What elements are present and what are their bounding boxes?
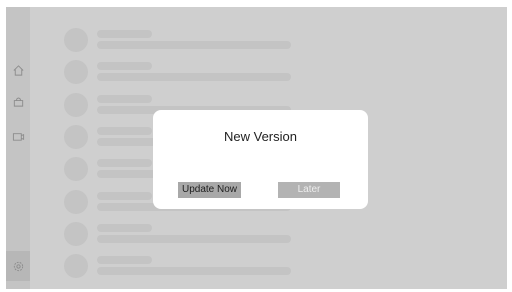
title-placeholder <box>97 95 152 103</box>
title-placeholder <box>97 256 152 264</box>
avatar-placeholder <box>64 222 88 246</box>
avatar-placeholder <box>64 254 88 278</box>
subtitle-placeholder <box>97 267 291 275</box>
avatar-placeholder <box>64 28 88 52</box>
dialog-title: New Version <box>224 129 297 144</box>
avatar-placeholder <box>64 93 88 117</box>
title-placeholder <box>97 127 152 135</box>
list-item[interactable] <box>6 60 507 92</box>
title-placeholder <box>97 224 152 232</box>
avatar-placeholder <box>64 157 88 181</box>
title-placeholder <box>97 159 152 167</box>
app-window: New Version Update Now Later <box>6 7 507 289</box>
update-now-button[interactable]: Update Now <box>178 182 241 198</box>
later-button[interactable]: Later <box>278 182 340 198</box>
title-placeholder <box>97 192 152 200</box>
list-item[interactable] <box>6 254 507 286</box>
update-dialog: New Version Update Now Later <box>153 110 368 209</box>
avatar-placeholder <box>64 125 88 149</box>
title-placeholder <box>97 62 152 70</box>
list-item[interactable] <box>6 28 507 60</box>
avatar-placeholder <box>64 60 88 84</box>
subtitle-placeholder <box>97 235 291 243</box>
avatar-placeholder <box>64 190 88 214</box>
subtitle-placeholder <box>97 41 291 49</box>
title-placeholder <box>97 30 152 38</box>
subtitle-placeholder <box>97 73 291 81</box>
list-item[interactable] <box>6 222 507 254</box>
